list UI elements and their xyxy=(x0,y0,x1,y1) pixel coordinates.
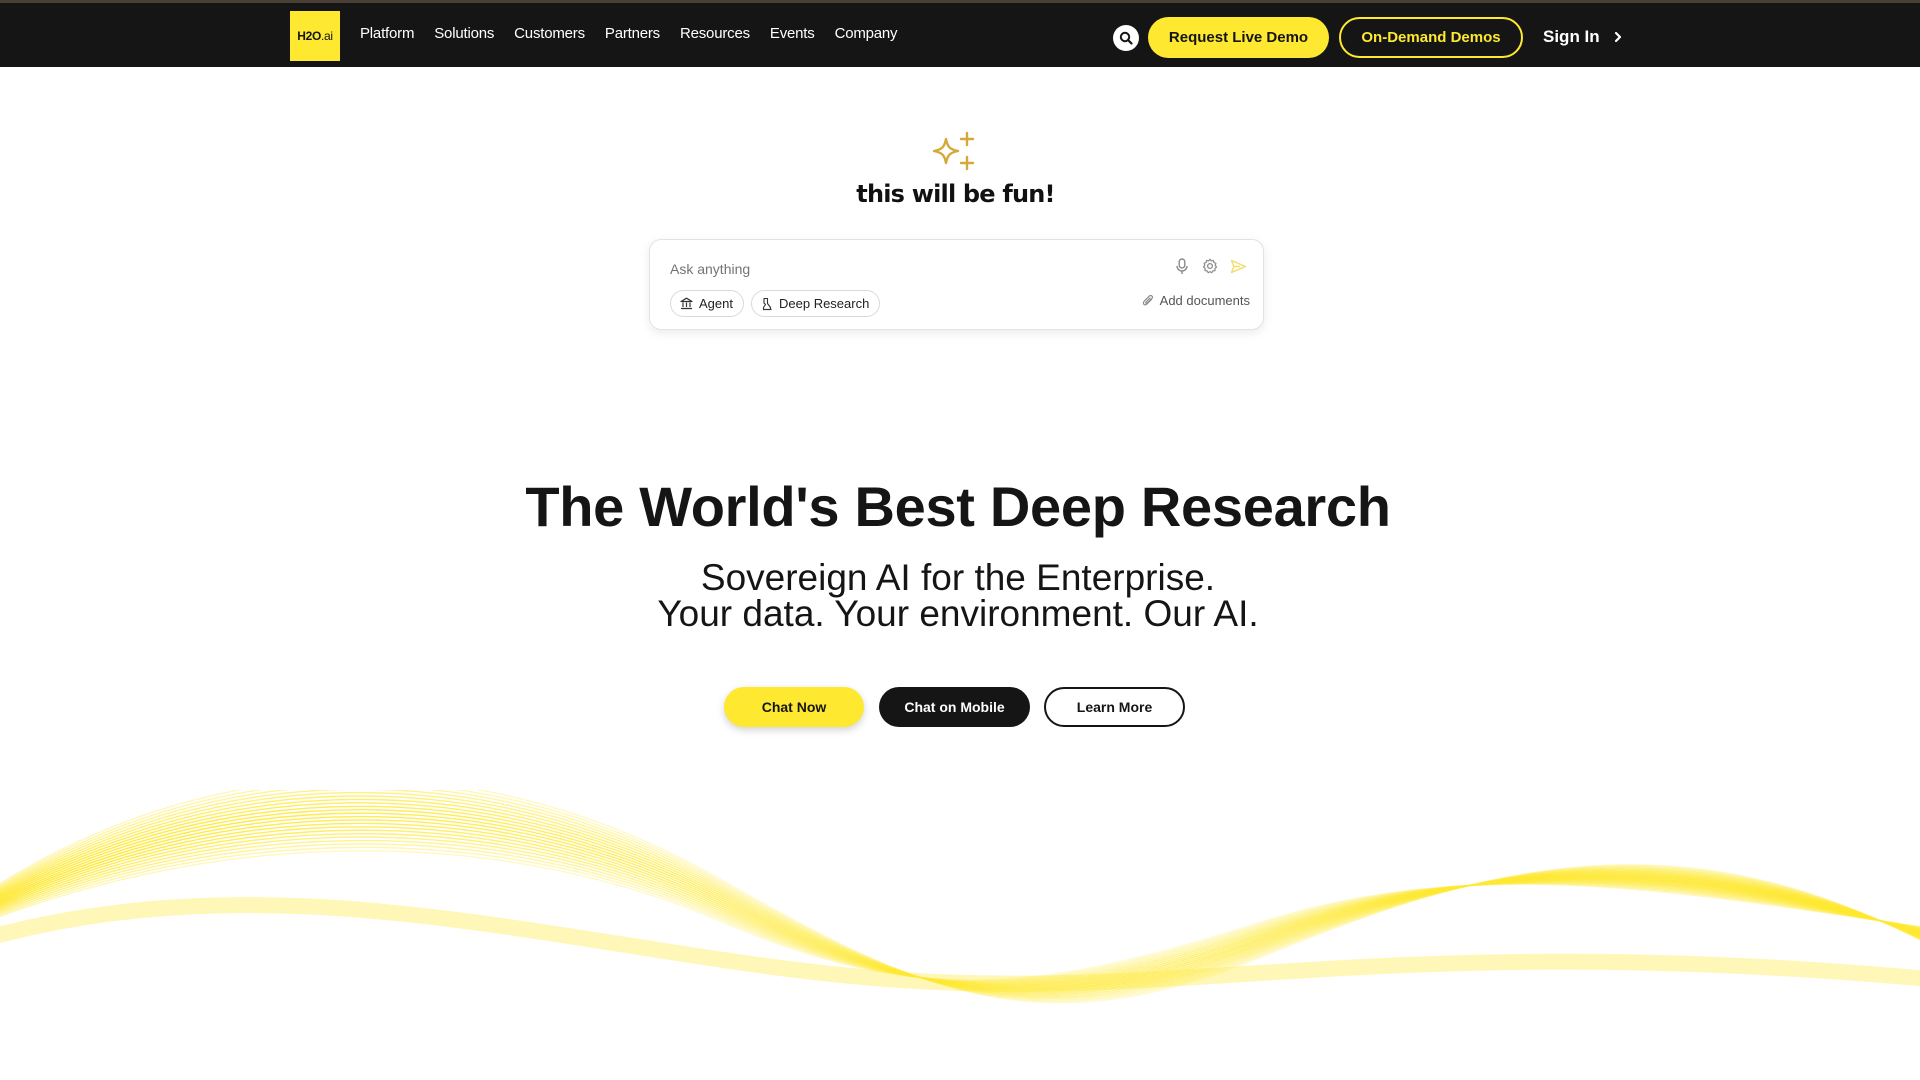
wave-band xyxy=(0,897,1920,992)
wave-lines xyxy=(0,790,1920,1004)
learn-more-button[interactable]: Learn More xyxy=(1044,687,1185,727)
wave-line xyxy=(0,790,1920,1004)
research-icon xyxy=(762,297,772,310)
paperclip-icon xyxy=(1142,294,1153,306)
nav-link-customers[interactable]: Customers xyxy=(514,25,585,42)
page-headline: The World's Best Deep Research xyxy=(525,475,1391,538)
chat-now-button[interactable]: Chat Now xyxy=(724,687,864,727)
bank-icon xyxy=(680,297,693,310)
add-documents-label: Add documents xyxy=(1159,293,1250,308)
top-navigation-bar: H2O .ai Platform Solutions Customers Part… xyxy=(0,0,1920,67)
primary-nav: Platform Solutions Customers Partners Re… xyxy=(360,25,917,42)
logo-text: H2O xyxy=(297,29,321,43)
chevron-right-icon xyxy=(1614,31,1622,43)
decorative-wave xyxy=(0,790,1920,1004)
chat-on-mobile-button[interactable]: Chat on Mobile xyxy=(879,687,1030,727)
nav-link-company[interactable]: Company xyxy=(835,25,898,42)
agent-chip[interactable]: Agent xyxy=(670,290,744,317)
nav-link-platform[interactable]: Platform xyxy=(360,25,414,42)
settings-icon[interactable] xyxy=(1200,256,1220,276)
deep-research-chip-label: Deep Research xyxy=(779,296,870,311)
chat-box: Agent Deep Research Add documents xyxy=(649,239,1264,330)
ask-anything-input[interactable] xyxy=(670,258,1130,280)
send-icon[interactable] xyxy=(1228,256,1248,276)
nav-link-solutions[interactable]: Solutions xyxy=(434,25,494,42)
logo-suffix: .ai xyxy=(321,29,333,43)
deep-research-chip[interactable]: Deep Research xyxy=(751,290,881,317)
nav-link-partners[interactable]: Partners xyxy=(605,25,660,42)
nav-link-events[interactable]: Events xyxy=(770,25,815,42)
h2o-logo[interactable]: H2O .ai xyxy=(290,11,340,61)
agent-chip-label: Agent xyxy=(699,296,733,311)
sign-in-link[interactable]: Sign In xyxy=(1543,27,1622,47)
request-live-demo-button[interactable]: Request Live Demo xyxy=(1148,17,1329,58)
microphone-icon[interactable] xyxy=(1172,256,1192,276)
on-demand-demos-button[interactable]: On-Demand Demos xyxy=(1339,17,1523,58)
subheadline-line-2: Your data. Your environment. Our AI. xyxy=(657,593,1259,634)
nav-link-resources[interactable]: Resources xyxy=(680,25,750,42)
sparkle-icon xyxy=(932,131,975,171)
hero-tagline: this will be fun! xyxy=(856,180,1055,208)
subheadline-line-1: Sovereign AI for the Enterprise. xyxy=(700,557,1216,598)
sign-in-label: Sign In xyxy=(1543,27,1600,46)
add-documents-button[interactable]: Add documents xyxy=(1142,293,1250,308)
search-icon xyxy=(1119,31,1133,45)
search-button[interactable] xyxy=(1113,25,1139,51)
